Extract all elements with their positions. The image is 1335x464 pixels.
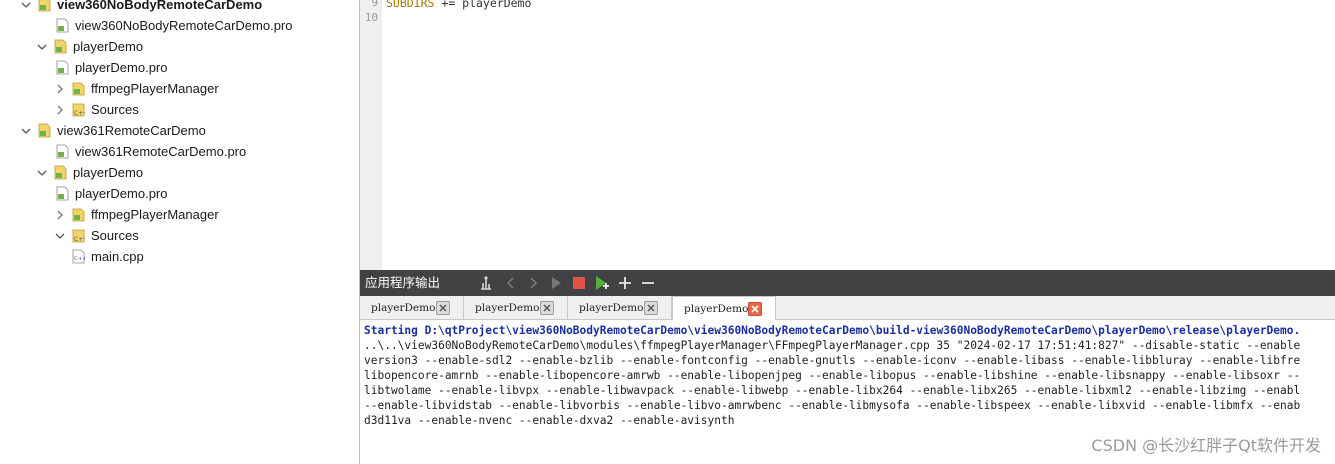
close-icon[interactable] <box>540 301 554 315</box>
tree-item[interactable]: playerDemo.pro <box>0 183 358 204</box>
tree-item-label: view361RemoteCarDemo.pro <box>75 144 247 159</box>
output-line: libtwolame --enable-libvpx --enable-libw… <box>364 384 1301 397</box>
zoom-out-icon[interactable] <box>639 274 657 292</box>
svg-text:C++: C++ <box>74 236 85 243</box>
code-keyword: SUBDIRS <box>386 0 435 10</box>
run-icon[interactable] <box>547 274 565 292</box>
tree-item-label: Sources <box>91 102 139 117</box>
tree-item[interactable]: view360NoBodyRemoteCarDemo <box>0 0 358 15</box>
rerun-icon[interactable] <box>593 274 611 292</box>
sources-folder-icon: C++ <box>72 103 85 117</box>
tree-item[interactable]: C++ Sources <box>0 225 358 246</box>
svg-text:C++: C++ <box>74 256 85 262</box>
tree-item[interactable]: view361RemoteCarDemo.pro <box>0 141 358 162</box>
project-icon <box>38 0 51 12</box>
tree-item[interactable]: playerDemo.pro <box>0 57 358 78</box>
pro-file-icon <box>56 144 69 159</box>
tree-item-label: Sources <box>91 228 139 243</box>
tree-item-label: ffmpegPlayerManager <box>91 81 219 96</box>
chevron-down-icon[interactable] <box>20 120 32 141</box>
output-tab-label: playerDemo <box>684 303 749 315</box>
chevron-down-icon[interactable] <box>36 36 48 57</box>
output-tab-label: playerDemo <box>371 302 436 314</box>
output-tab[interactable]: playerDemo <box>568 296 672 320</box>
chevron-down-icon[interactable] <box>20 0 32 15</box>
next-icon[interactable] <box>524 274 542 292</box>
previous-icon[interactable] <box>502 274 520 292</box>
output-line: d3d11va --enable-nvenc --enable-dxva2 --… <box>364 414 735 427</box>
tree-item[interactable]: C++ Sources <box>0 99 358 120</box>
svg-text:C++: C++ <box>74 110 85 117</box>
chevron-right-icon[interactable] <box>54 99 66 120</box>
tree-item[interactable]: playerDemo <box>0 162 358 183</box>
output-line: version3 --enable-sdl2 --enable-bzlib --… <box>364 354 1301 367</box>
output-tab-active[interactable]: playerDemo <box>672 296 776 321</box>
tree-item-label: view360NoBodyRemoteCarDemo <box>57 0 263 12</box>
tree-item-label: main.cpp <box>91 249 144 264</box>
close-icon[interactable] <box>748 302 762 316</box>
tree-item[interactable]: C++ main.cpp <box>0 246 358 267</box>
chevron-down-icon[interactable] <box>54 225 66 246</box>
project-icon <box>38 123 51 138</box>
output-line: --enable-libvidstab --enable-libvorbis -… <box>364 399 1301 412</box>
tree-item-label: playerDemo <box>73 165 144 180</box>
attach-debugger-icon[interactable] <box>477 274 495 292</box>
output-tab[interactable]: playerDemo <box>360 296 464 320</box>
tree-item-label: playerDemo.pro <box>75 60 168 75</box>
code-text: += playerDemo <box>434 0 532 10</box>
line-number: 10 <box>364 11 378 24</box>
chevron-down-icon[interactable] <box>36 162 48 183</box>
code-editor[interactable]: 9 10 SUBDIRS += playerDemo <box>360 0 1335 270</box>
zoom-in-icon[interactable] <box>616 274 634 292</box>
chevron-right-icon[interactable] <box>54 204 66 225</box>
cpp-file-icon: C++ <box>72 249 85 264</box>
tree-item[interactable]: view361RemoteCarDemo <box>0 120 358 141</box>
stop-icon[interactable] <box>570 274 588 292</box>
tree-item[interactable]: ffmpegPlayerManager <box>0 204 358 225</box>
code-line[interactable]: SUBDIRS += playerDemo <box>386 0 531 10</box>
tree-item[interactable]: ffmpegPlayerManager <box>0 78 358 99</box>
subproject-icon <box>54 39 67 54</box>
tree-item[interactable]: playerDemo <box>0 36 358 57</box>
output-tab-label: playerDemo <box>475 302 540 314</box>
pro-file-icon <box>56 60 69 75</box>
sources-folder-icon: C++ <box>72 229 85 243</box>
tree-item[interactable]: view360NoBodyRemoteCarDemo.pro <box>0 15 358 36</box>
tree-item-label: view361RemoteCarDemo <box>57 123 206 138</box>
line-number: 9 <box>371 0 378 9</box>
subproject-icon <box>54 165 67 180</box>
line-number-gutter: 9 10 <box>360 0 382 270</box>
pro-file-icon <box>56 186 69 201</box>
chevron-right-icon[interactable] <box>54 78 66 99</box>
output-pane-header: 应用程序输出 <box>360 270 1335 296</box>
output-line: libopencore-amrnb --enable-libopencore-a… <box>364 369 1301 382</box>
tree-item-label: playerDemo <box>73 39 144 54</box>
tree-item-label: view360NoBodyRemoteCarDemo.pro <box>75 18 293 33</box>
output-tab-label: playerDemo <box>579 302 644 314</box>
close-icon[interactable] <box>644 301 658 315</box>
pro-file-icon <box>56 18 69 33</box>
output-tab[interactable]: playerDemo <box>464 296 568 320</box>
output-line: ..\..\view360NoBodyRemoteCarDemo\modules… <box>364 339 1301 352</box>
folder-icon <box>72 82 85 96</box>
tree-item-label: playerDemo.pro <box>75 186 168 201</box>
close-icon[interactable] <box>436 301 450 315</box>
tree-item-label: ffmpegPlayerManager <box>91 207 219 222</box>
output-tab-bar: playerDemo playerDemo playerDemo playerD… <box>360 296 1335 321</box>
output-start-line: Starting D:\qtProject\view360NoBodyRemot… <box>364 324 1301 337</box>
output-pane-title: 应用程序输出 <box>365 275 441 290</box>
watermark: CSDN @长沙红胖子Qt软件开发 <box>1091 436 1321 455</box>
folder-icon <box>72 208 85 222</box>
project-tree: view360NoBodyRemoteCarDemo view360NoBodyR… <box>0 0 359 464</box>
